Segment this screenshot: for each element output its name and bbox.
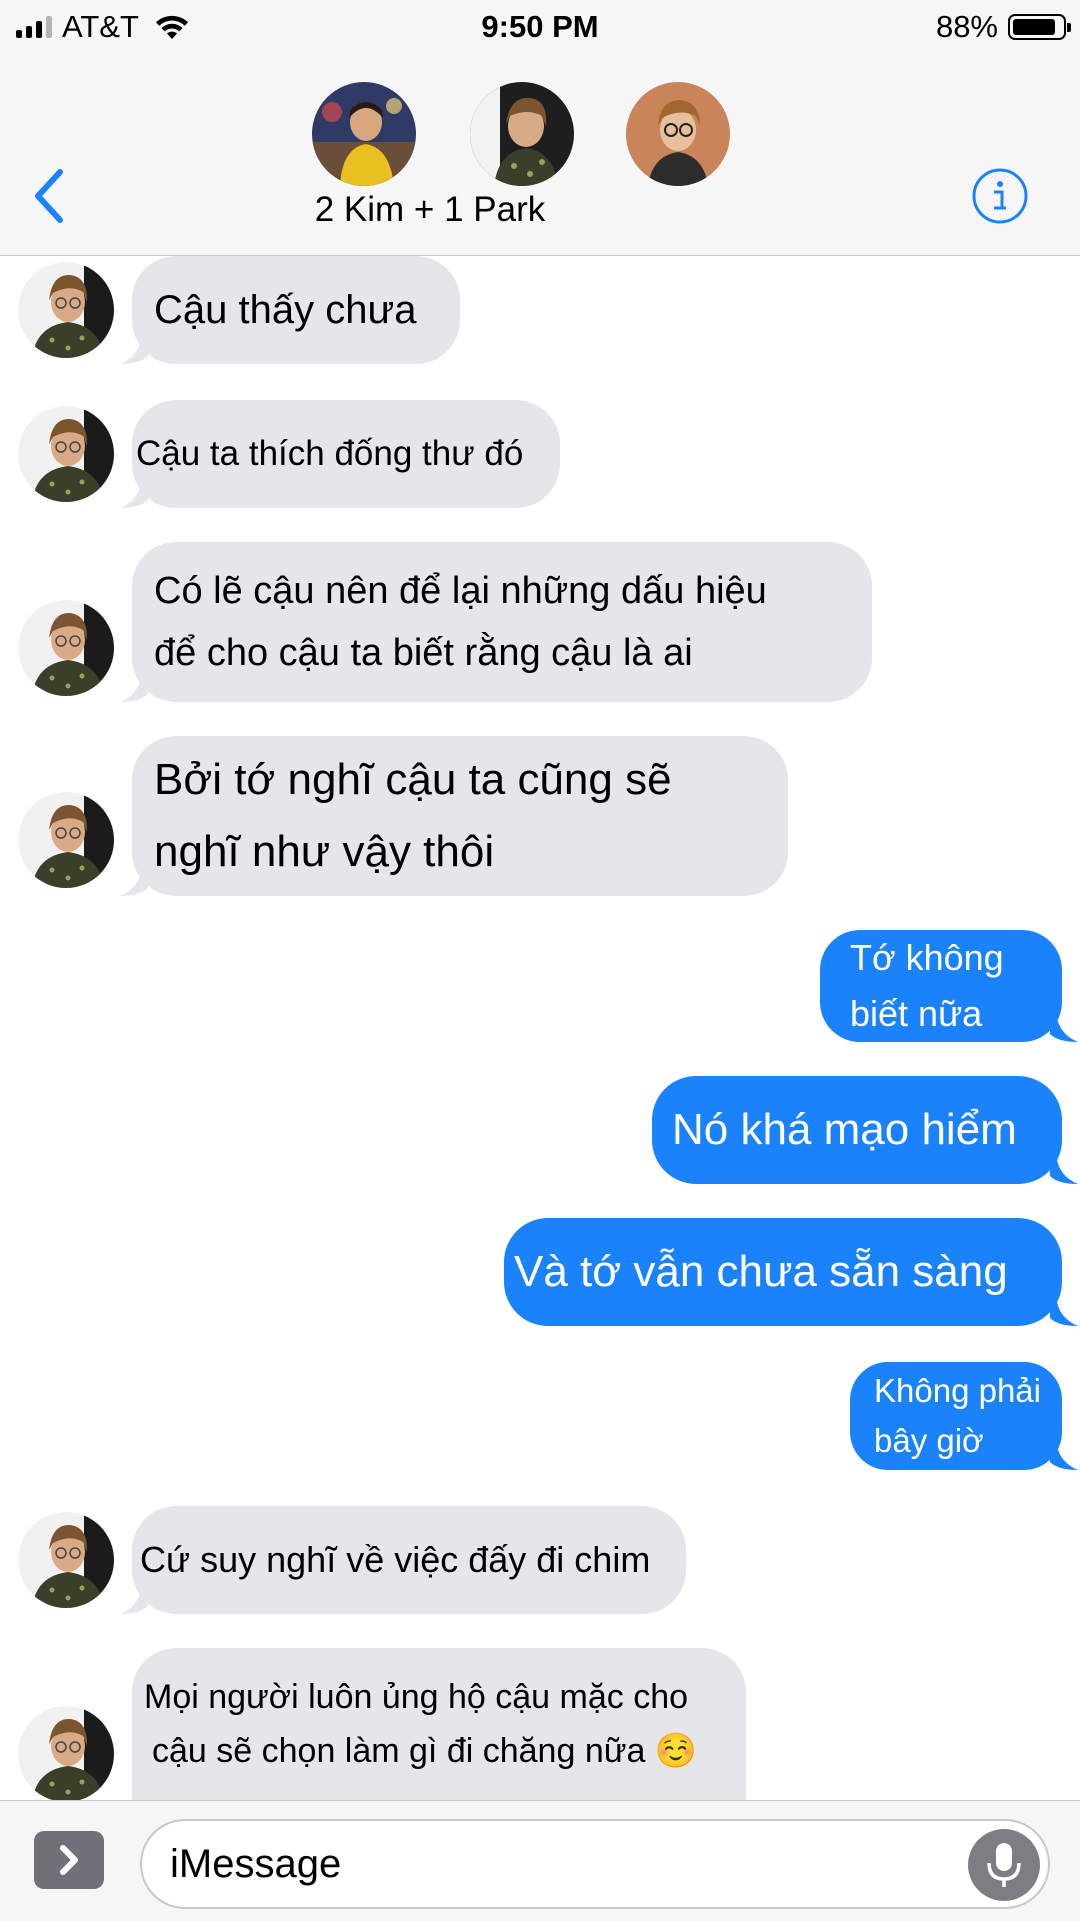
sender-avatar [18,1512,114,1608]
message-input[interactable]: iMessage [140,1819,1050,1909]
message-text: Có lẽ cậu nên để lại những dấu hiệu [154,570,767,612]
sender-avatar [18,262,114,358]
sender-avatar [18,1706,114,1802]
message-text: nghĩ như vậy thôi [154,827,495,876]
message-bubble-incoming[interactable]: Có lẽ cậu nên để lại những dấu hiệu để c… [132,542,872,702]
message-text: bây giờ [874,1422,984,1459]
message-text: Tớ không [850,937,1004,978]
status-right: 88% [935,8,1071,46]
message-text: để cho cậu ta biết rằng cậu là ai [154,632,693,674]
message-text: Nó khá mạo hiểm [672,1105,1017,1154]
info-icon[interactable] [972,168,1028,224]
message-input-placeholder: iMessage [170,1842,342,1886]
message-bubble-outgoing[interactable]: Và tớ vẫn chưa sẵn sàng [504,1218,1062,1326]
battery-level [1013,19,1056,35]
status-bar: AT&T 9:50 PM 88% [0,0,1080,54]
message-bubble-outgoing[interactable]: Tớ không biết nữa [820,930,1062,1042]
participant-avatar[interactable] [312,82,416,186]
microphone-icon [987,1843,1021,1887]
dictation-button[interactable] [968,1829,1040,1901]
battery-percent: 88% [935,9,998,44]
message-bubble-incoming[interactable]: Bởi tớ nghĩ cậu ta cũng sẽ nghĩ như vậy … [132,736,788,896]
message-bubble-incoming[interactable]: Cậu thấy chưa [132,256,460,364]
message-bubble-incoming[interactable]: Cậu ta thích đống thư đó [132,400,560,508]
message-text: Cậu thấy chưa [154,287,417,332]
message-text: Cậu ta thích đống thư đó [136,434,524,473]
message-text: Cứ suy nghĩ về việc đấy đi chim [140,1539,651,1580]
battery-icon [1008,14,1071,40]
message-text: Bởi tớ nghĩ cậu ta cũng sẽ [154,755,672,804]
group-avatars[interactable] [0,82,1080,192]
message-bubble-outgoing[interactable]: Nó khá mạo hiểm [652,1076,1062,1184]
participant-avatar[interactable] [626,82,730,186]
participant-avatar[interactable] [470,82,574,186]
compose-bar: iMessage [0,1800,1080,1921]
chevron-right-icon [60,1845,78,1875]
sender-avatar [18,406,114,502]
message-text: cậu sẽ chọn làm gì đi chăng nữa ☺️ [152,1732,698,1770]
message-text: Và tớ vẫn chưa sẵn sàng [514,1247,1008,1296]
sender-avatar [18,600,114,696]
message-text: Mọi người luôn ủng hộ cậu mặc cho [144,1678,689,1716]
message-text: Không phải [874,1372,1041,1409]
conversation-header: 2 Kim + 1 Park [0,54,1080,256]
message-bubble-outgoing[interactable]: Không phải bây giờ [850,1362,1062,1470]
message-bubble-incoming[interactable]: Mọi người luôn ủng hộ cậu mặc cho cậu sẽ… [132,1648,746,1800]
sender-avatar [18,792,114,888]
message-list[interactable]: Cậu thấy chưa Cậu ta thích đống thư đó C… [0,256,1080,1802]
message-bubble-incoming[interactable]: Cứ suy nghĩ về việc đấy đi chim [132,1506,686,1614]
clock: 9:50 PM [481,9,599,44]
app-drawer-button[interactable] [34,1831,104,1889]
group-name[interactable]: 2 Kim + 1 Park [230,190,630,230]
message-text: biết nữa [850,993,983,1034]
